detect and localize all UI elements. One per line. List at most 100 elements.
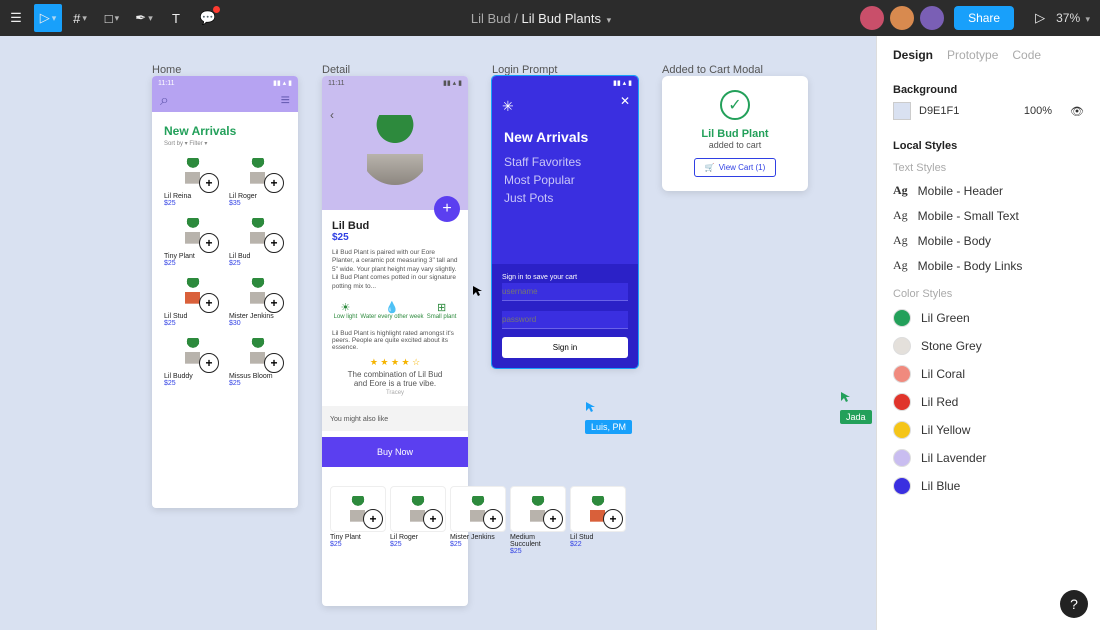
color-style[interactable]: Lil Lavender [893,444,1084,472]
present-button[interactable]: ▷ [1026,4,1054,32]
text-style[interactable]: AgMobile - Body [893,228,1084,253]
yml-card[interactable]: +Mister Jenkins$25 [450,486,504,555]
section-title: New Arrivals [164,124,286,138]
canvas[interactable]: Home 11:11▮▮ ▴ ▮ ⌕≡ New Arrivals Sort by… [0,36,877,630]
add-icon[interactable]: + [199,173,219,193]
add-icon[interactable]: + [603,509,623,529]
menu-icon[interactable]: ≡ [281,92,290,110]
bg-hex[interactable]: D9E1F1 [919,105,959,117]
color-style[interactable]: Stone Grey [893,332,1084,360]
text-style[interactable]: AgMobile - Header [893,178,1084,203]
yml-label: You might also like [330,410,460,427]
panel-tab[interactable]: Prototype [947,48,998,62]
product-price: $35 [229,200,286,207]
product-card[interactable]: +Mister Jenkins$30 [229,271,286,327]
back-icon[interactable]: ‹ [330,108,334,122]
color-style[interactable]: Lil Coral [893,360,1084,388]
product-card[interactable]: +Lil Buddy$25 [164,331,221,387]
add-icon[interactable]: + [543,509,563,529]
breadcrumb[interactable]: Lil Bud / Lil Bud Plants ▾ [224,11,858,26]
help-button[interactable]: ? [1060,590,1088,618]
product-card[interactable]: +Lil Reina$25 [164,151,221,207]
share-button[interactable]: Share [954,6,1014,30]
nav-item[interactable]: Staff Favorites [504,155,626,169]
product-name: Lil Buddy [164,373,221,380]
avatar[interactable] [918,4,946,32]
product-card[interactable]: +Lil Stud$25 [164,271,221,327]
text-styles-label: Text Styles [893,162,1084,174]
properties-panel: DesignPrototypeCode Background D9E1F1 10… [876,36,1100,630]
text-tool[interactable]: T [162,4,190,32]
shape-tool[interactable]: □▾ [98,4,126,32]
add-icon[interactable]: + [264,353,284,373]
hamburger-icon[interactable]: ☰ [2,4,30,32]
yml-card[interactable]: +Medium Succulent$25 [510,486,564,555]
yml-card[interactable]: +Lil Stud$22 [570,486,624,555]
comment-tool[interactable]: 💬 [194,4,222,32]
nav-item[interactable]: Just Pots [504,191,626,205]
add-icon[interactable]: + [423,509,443,529]
yml-row: +Tiny Plant$25+Lil Roger$25+Mister Jenki… [330,486,624,555]
add-icon[interactable]: + [264,233,284,253]
eye-icon[interactable]: 👁 [1070,105,1084,118]
add-icon[interactable]: + [199,293,219,313]
add-icon[interactable]: + [363,509,383,529]
add-icon[interactable]: + [483,509,503,529]
add-icon[interactable]: + [264,173,284,193]
buy-button[interactable]: Buy Now [322,437,468,467]
avatar[interactable] [858,4,886,32]
artboard-cart[interactable]: ✓ Lil Bud Plant added to cart 🛒 View Car… [662,76,808,191]
avatar[interactable] [888,4,916,32]
cursor-black [472,284,484,302]
product-image [360,115,430,185]
zoom-level[interactable]: 37% ▾ [1056,11,1090,25]
artboard-login[interactable]: ▮▮ ▴ ▮ ✕ ✳ New Arrivals Staff FavoritesM… [492,76,638,368]
frame-label-cart[interactable]: Added to Cart Modal [662,64,763,76]
review-sub: Lil Bud Plant is highlight rated amongst… [332,330,458,351]
text-style[interactable]: AgMobile - Body Links [893,253,1084,278]
color-style[interactable]: Lil Green [893,304,1084,332]
login-heading: New Arrivals [504,129,626,145]
signin-button[interactable]: Sign in [502,337,628,358]
cursor-jada: Jada [840,390,872,424]
view-cart-button[interactable]: 🛒 View Cart (1) [694,158,777,177]
bg-opacity[interactable]: 100% [1024,105,1052,117]
product-card[interactable]: +Lil Bud$25 [229,211,286,267]
frame-tool[interactable]: #▾ [66,4,94,32]
move-tool[interactable]: ▷▾ [34,4,62,32]
frame-label-detail[interactable]: Detail [322,64,350,76]
nav-item[interactable]: Most Popular [504,173,626,187]
yml-card[interactable]: +Tiny Plant$25 [330,486,384,555]
product-card[interactable]: +Missus Bloom$25 [229,331,286,387]
color-style[interactable]: Lil Red [893,388,1084,416]
product-price: $30 [229,320,286,327]
collaborator-avatars[interactable] [858,4,946,32]
add-icon[interactable]: + [199,233,219,253]
product-desc: Lil Bud Plant is paired with our Eore Pl… [332,249,458,291]
panel-tab[interactable]: Code [1012,48,1041,62]
checkmark-icon: ✓ [720,90,750,120]
add-icon[interactable]: + [199,353,219,373]
artboard-home[interactable]: 11:11▮▮ ▴ ▮ ⌕≡ New Arrivals Sort by ▾ Fi… [152,76,298,508]
password-field[interactable] [502,311,628,329]
yml-card[interactable]: +Lil Roger$25 [390,486,444,555]
add-fab[interactable]: + [434,196,460,222]
review-quote: The combination of Lil Bud and Eore is a… [346,370,444,388]
panel-tab[interactable]: Design [893,48,933,62]
product-price: $25 [164,320,221,327]
close-icon[interactable]: ✕ [620,94,630,108]
product-card[interactable]: +Lil Roger$35 [229,151,286,207]
frame-label-home[interactable]: Home [152,64,181,76]
color-style[interactable]: Lil Blue [893,472,1084,500]
search-icon[interactable]: ⌕ [160,92,169,110]
sort-filter[interactable]: Sort by ▾ Filter ▾ [164,140,286,147]
frame-label-login[interactable]: Login Prompt [492,64,557,76]
color-style[interactable]: Lil Yellow [893,416,1084,444]
add-icon[interactable]: + [264,293,284,313]
pen-tool[interactable]: ✒▾ [130,4,158,32]
product-card[interactable]: +Tiny Plant$25 [164,211,221,267]
product-price: $25 [164,380,221,387]
bg-swatch[interactable] [893,102,911,120]
username-field[interactable] [502,283,628,301]
text-style[interactable]: AgMobile - Small Text [893,203,1084,228]
